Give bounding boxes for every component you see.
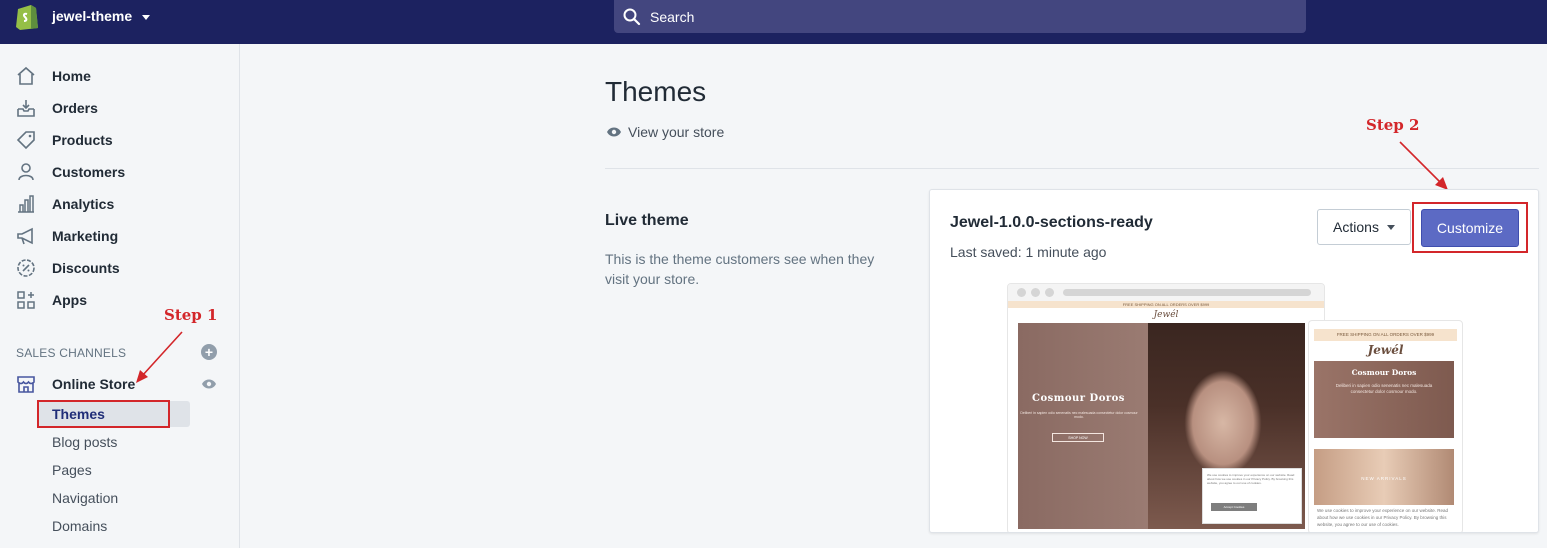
add-channel-icon[interactable]: +	[201, 344, 217, 360]
browser-bar	[1008, 284, 1324, 301]
hero-title: Cosmour Doros	[1032, 393, 1125, 404]
person-icon	[18, 163, 34, 181]
actions-label: Actions	[1333, 219, 1379, 235]
cookie-notice: We use cookies to improve your experienc…	[1202, 468, 1302, 524]
step2-label: Step 2	[1366, 116, 1420, 134]
sidebar-item-label: Analytics	[52, 196, 115, 212]
home-icon	[17, 66, 35, 85]
sidebar-item-label: Home	[52, 68, 91, 84]
sidebar-subitem-domains[interactable]: Domains	[38, 513, 190, 539]
hero-text: Deliberi in sapien odio senenatis nec ma…	[1020, 411, 1138, 419]
step1-label: Step 1	[164, 306, 218, 324]
sidebar-item-marketing[interactable]: Marketing	[16, 223, 226, 249]
step1-highlight-box	[37, 400, 170, 428]
site-logo: Jewél	[1153, 309, 1179, 320]
eye-icon[interactable]	[201, 378, 217, 390]
search-bar[interactable]	[614, 0, 1306, 33]
promo-banner: FREE SHIPPING ON ALL ORDERS OVER $999	[1008, 301, 1324, 308]
mobile-preview: FREE SHIPPING ON ALL ORDERS OVER $999 Je…	[1308, 320, 1463, 532]
sidebar-item-discounts[interactable]: Discounts	[16, 255, 226, 281]
new-arrivals-label: NEW ARRIVALS	[1361, 476, 1407, 481]
window-dot-icon	[1045, 288, 1054, 297]
sidebar-item-label: Products	[52, 132, 113, 148]
sales-channels-heading: SALES CHANNELS	[16, 346, 127, 360]
mobile-hero-banner: Cosmour Doros Deliberi in sapien odio se…	[1314, 361, 1454, 438]
sidebar-item-orders[interactable]: Orders	[16, 95, 226, 121]
store-switcher[interactable]: jewel-theme	[14, 0, 151, 32]
theme-name: Jewel-1.0.0-sections-ready	[950, 214, 1153, 231]
site-header: Jewél	[1008, 308, 1324, 321]
top-bar: jewel-theme	[0, 0, 1547, 44]
desktop-preview: FREE SHIPPING ON ALL ORDERS OVER $999 Je…	[1007, 283, 1325, 532]
last-saved: Last saved: 1 minute ago	[950, 244, 1107, 260]
sidebar-item-label: Apps	[52, 292, 87, 308]
sidebar-item-customers[interactable]: Customers	[16, 159, 226, 185]
search-input[interactable]	[650, 0, 1306, 33]
sidebar-item-home[interactable]: Home	[16, 63, 226, 89]
live-theme-description: This is the theme customers see when the…	[605, 251, 875, 287]
store-icon	[17, 376, 35, 393]
mobile-hero-text: Deliberi in sapien odio senenatis nec ma…	[1335, 383, 1433, 394]
step1-arrow-icon	[136, 331, 183, 383]
search-icon	[623, 8, 641, 25]
shop-now-button: SHOP NOW	[1052, 433, 1104, 442]
sidebar-item-label: Online Store	[52, 376, 136, 392]
sidebar-subitem-blog-posts[interactable]: Blog posts	[38, 429, 190, 455]
chevron-down-icon	[142, 14, 151, 20]
sidebar: Home Orders Products Customers Analytics…	[0, 44, 240, 548]
step2-arrow-icon	[1399, 141, 1448, 190]
tag-icon	[16, 131, 35, 150]
store-name: jewel-theme	[52, 8, 133, 24]
megaphone-icon	[17, 227, 33, 245]
view-store-label: View your store	[628, 124, 725, 140]
sidebar-item-products[interactable]: Products	[16, 127, 226, 153]
orders-icon	[17, 100, 35, 117]
chevron-down-icon	[1386, 224, 1395, 230]
sidebar-item-label: Customers	[52, 164, 126, 180]
mobile-site-header: Jewél	[1314, 341, 1457, 359]
sidebar-item-online-store[interactable]: Online Store	[16, 371, 226, 397]
bar-chart-icon	[18, 195, 34, 213]
sidebar-item-label: Discounts	[52, 260, 120, 276]
mobile-promo-banner: FREE SHIPPING ON ALL ORDERS OVER $999	[1314, 329, 1457, 341]
window-dot-icon	[1017, 288, 1026, 297]
step2-highlight-box	[1412, 202, 1528, 253]
accept-cookies-button: Accept Cookies	[1211, 503, 1257, 511]
eye-icon	[607, 127, 621, 137]
mobile-hero-title: Cosmour Doros	[1351, 368, 1417, 377]
sidebar-subitem-pages[interactable]: Pages	[38, 457, 190, 483]
live-theme-heading: Live theme	[605, 212, 689, 229]
shopify-logo-icon	[16, 5, 38, 30]
window-dot-icon	[1031, 288, 1040, 297]
page-title: Themes	[605, 76, 707, 107]
sidebar-subitem-navigation[interactable]: Navigation	[38, 485, 190, 511]
discount-icon	[17, 259, 35, 277]
apps-icon	[17, 291, 35, 309]
cookie-text: We use cookies to improve your experienc…	[1207, 473, 1295, 485]
view-store-link[interactable]: View your store	[606, 124, 724, 140]
sidebar-item-label: Marketing	[52, 228, 119, 244]
actions-button[interactable]: Actions	[1317, 209, 1411, 245]
sidebar-item-analytics[interactable]: Analytics	[16, 191, 226, 217]
mobile-cookie-notice: We use cookies to improve your experienc…	[1314, 505, 1454, 532]
mobile-site-logo: Jewél	[1367, 343, 1404, 357]
sidebar-item-label: Orders	[52, 100, 98, 116]
new-arrivals-banner: NEW ARRIVALS	[1314, 449, 1454, 505]
url-bar	[1063, 289, 1311, 296]
